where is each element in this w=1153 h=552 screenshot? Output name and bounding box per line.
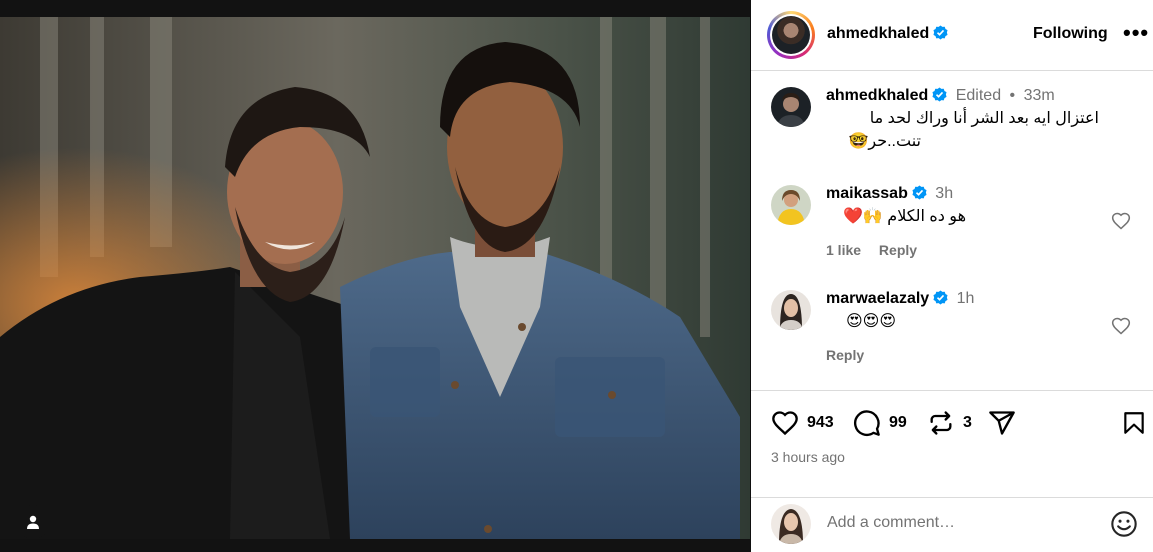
- commenter-avatar[interactable]: [771, 290, 811, 330]
- post-side-panel: ahmedkhaled Following ••• ahmedkhaled Ed…: [751, 0, 1153, 552]
- bookmark-icon[interactable]: [1121, 409, 1147, 437]
- reply-button[interactable]: Reply: [826, 347, 864, 363]
- like-count[interactable]: 943: [807, 414, 834, 432]
- caption-avatar[interactable]: [771, 87, 811, 127]
- edited-label: Edited: [955, 87, 1002, 104]
- commenter-username[interactable]: maikassab: [826, 185, 908, 202]
- post-photo[interactable]: [0, 17, 750, 539]
- comment-time[interactable]: 1h: [957, 290, 975, 307]
- post-time-ago[interactable]: 3 hours ago: [771, 449, 845, 465]
- comment-likes[interactable]: 1 like: [826, 242, 861, 258]
- reply-button[interactable]: Reply: [879, 242, 917, 258]
- post-photo-image: [0, 17, 750, 539]
- commenter-avatar[interactable]: [771, 185, 811, 225]
- author-avatar[interactable]: [767, 11, 815, 59]
- user-tag-icon: [27, 515, 39, 529]
- verified-icon: [933, 25, 948, 40]
- instagram-post-view: ahmedkhaled Following ••• ahmedkhaled Ed…: [0, 0, 1153, 552]
- top-dark-bar: [0, 0, 750, 17]
- comment-icon[interactable]: [853, 409, 881, 437]
- more-options-button[interactable]: •••: [1123, 20, 1149, 46]
- author-username[interactable]: ahmedkhaled: [827, 25, 948, 43]
- commenter-username[interactable]: marwaelazaly: [826, 290, 929, 307]
- add-comment-input[interactable]: [827, 514, 1097, 532]
- post-actions-bar: 943 99 3 3 hours ago: [751, 390, 1153, 498]
- user-tag-button[interactable]: [16, 505, 50, 539]
- author-username-text[interactable]: ahmedkhaled: [827, 25, 929, 42]
- comment-count[interactable]: 99: [889, 414, 907, 432]
- repost-icon[interactable]: [927, 409, 955, 437]
- meta-dot: •: [1009, 87, 1016, 104]
- caption-text-line2: تنت..حر🤓: [848, 133, 921, 150]
- comment-like-heart-icon[interactable]: [1111, 316, 1131, 336]
- verified-icon: [912, 185, 927, 200]
- share-icon[interactable]: [987, 409, 1017, 437]
- comment-text: هو ده الكلام 🙌❤️: [843, 208, 966, 225]
- emoji-icon[interactable]: [1110, 510, 1138, 538]
- repost-count[interactable]: 3: [963, 414, 972, 432]
- comment-like-heart-icon[interactable]: [1111, 211, 1131, 231]
- heart-icon[interactable]: [771, 409, 799, 437]
- following-button[interactable]: Following: [1033, 25, 1108, 43]
- comment-time[interactable]: 3h: [935, 185, 953, 202]
- current-user-avatar: [771, 504, 811, 544]
- caption-time[interactable]: 33m: [1024, 87, 1055, 104]
- verified-icon: [932, 87, 947, 102]
- caption-username[interactable]: ahmedkhaled: [826, 87, 928, 104]
- add-comment-bar: [751, 497, 1153, 552]
- bottom-dark-bar: [0, 539, 750, 552]
- post-header: ahmedkhaled Following •••: [751, 0, 1153, 71]
- caption-text-line1: اعتزال ايه بعد الشر أنا وراك لحد ما: [869, 110, 1099, 127]
- comment-text: 😍😍😍: [845, 313, 896, 330]
- verified-icon: [933, 290, 948, 305]
